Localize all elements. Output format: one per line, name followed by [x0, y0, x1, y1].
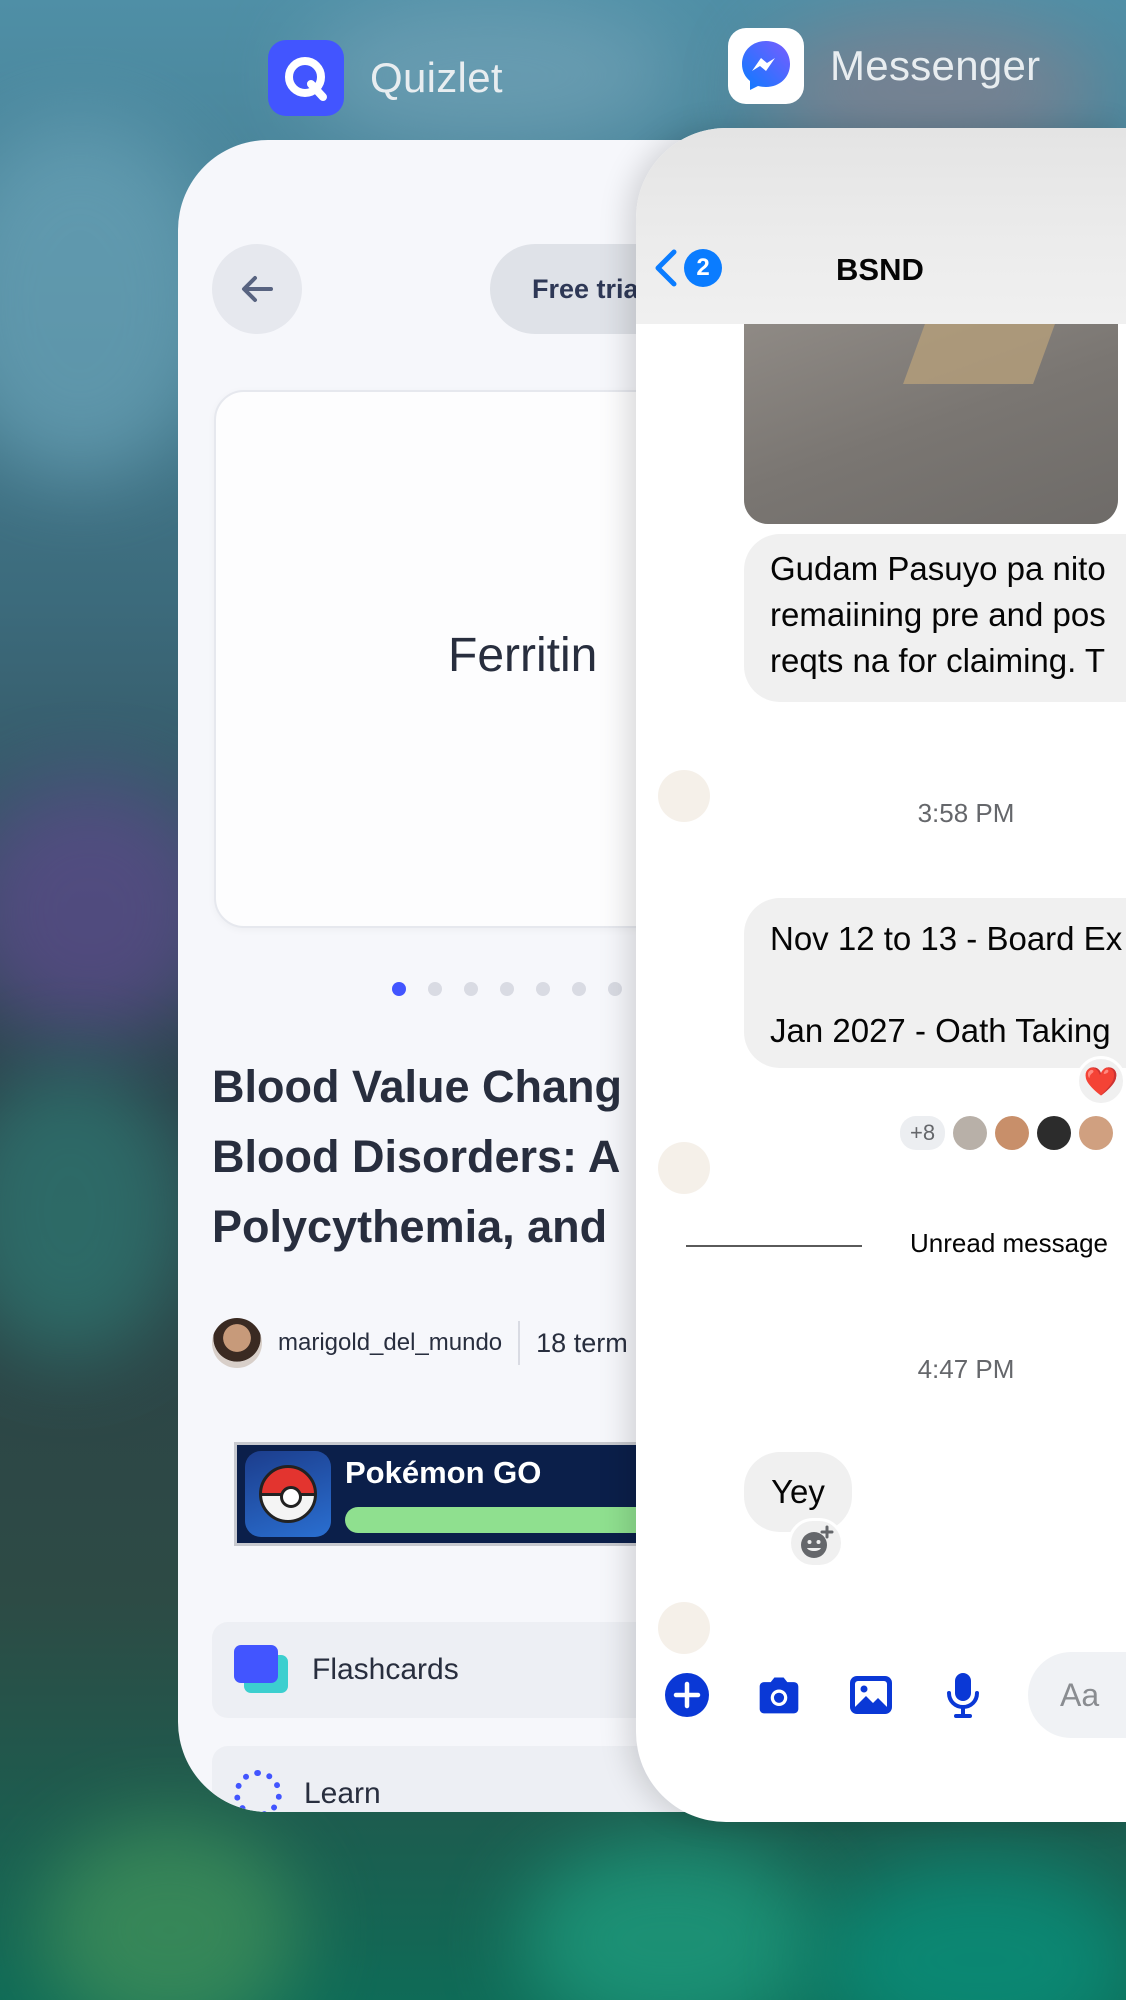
quizlet-app-name: Quizlet — [370, 54, 503, 101]
unread-count-badge: 2 — [684, 249, 722, 287]
divider — [686, 1245, 862, 1247]
arrow-left-icon — [242, 276, 273, 302]
shared-photo[interactable] — [744, 324, 1118, 524]
voice-button[interactable] — [940, 1672, 986, 1718]
message-bubble[interactable]: Nov 12 to 13 - Board Ex Jan 2027 - Oath … — [744, 898, 1126, 1068]
messenger-app-card[interactable]: 2 BSND Gudam Pasuyo pa nito remaiining p… — [636, 128, 1126, 1822]
mode-label: Flashcards — [312, 1653, 459, 1686]
flashcard-pagination-dots — [392, 982, 622, 996]
chevron-left-icon — [655, 249, 677, 287]
emoji-add-icon — [801, 1525, 834, 1558]
messenger-app-icon — [728, 28, 804, 104]
sender-avatar[interactable] — [658, 1142, 710, 1194]
unread-messages-label: Unread message — [910, 1228, 1108, 1258]
add-reaction-button[interactable] — [788, 1518, 844, 1568]
message-input[interactable]: Aa — [1028, 1652, 1126, 1738]
avatar — [995, 1116, 1030, 1150]
sender-avatar[interactable] — [658, 1602, 710, 1654]
quizlet-app-label[interactable]: Quizlet — [268, 40, 503, 116]
avatar — [1079, 1116, 1114, 1150]
back-button[interactable] — [212, 244, 302, 334]
heart-reaction[interactable]: ❤️ — [1076, 1056, 1126, 1106]
chat-header — [636, 128, 1126, 324]
messenger-app-label[interactable]: Messenger — [728, 28, 1040, 104]
gallery-button[interactable] — [848, 1672, 894, 1718]
flashcard-term: Ferritin — [448, 629, 598, 682]
seen-count: +8 — [900, 1116, 946, 1150]
message-bubble[interactable]: Yey — [744, 1452, 852, 1532]
avatar — [1037, 1116, 1072, 1150]
divider — [518, 1321, 521, 1365]
message-bubble[interactable]: Gudam Pasuyo pa nito remaiining pre and … — [744, 534, 1126, 702]
messenger-app-name: Messenger — [830, 42, 1041, 89]
add-button[interactable] — [664, 1672, 710, 1718]
pokemon-go-icon — [245, 1451, 331, 1537]
seen-by-row[interactable]: +8 — [900, 1116, 1114, 1150]
quizlet-app-icon — [268, 40, 344, 116]
author-row[interactable]: marigold_del_mundo 18 term — [212, 1318, 628, 1368]
microphone-icon — [947, 1673, 979, 1718]
plus-circle-icon — [665, 1673, 709, 1717]
camera-button[interactable] — [756, 1672, 802, 1718]
camera-icon — [759, 1677, 799, 1714]
timestamp: 3:58 PM — [917, 798, 1015, 828]
author-username[interactable]: marigold_del_mundo — [278, 1329, 502, 1357]
photo-gallery-icon — [850, 1676, 892, 1714]
flashcards-icon — [234, 1645, 290, 1695]
mode-label: Learn — [304, 1777, 381, 1810]
timestamp: 4:47 PM — [917, 1354, 1015, 1384]
avatar — [953, 1116, 988, 1150]
avatar — [212, 1318, 262, 1368]
back-button[interactable]: 2 — [652, 246, 722, 290]
chat-title[interactable]: BSND — [836, 252, 924, 288]
term-count: 18 term — [536, 1327, 628, 1358]
ad-title: Pokémon GO — [345, 1455, 542, 1490]
learn-icon — [234, 1770, 282, 1812]
composer-toolbar — [664, 1672, 986, 1718]
